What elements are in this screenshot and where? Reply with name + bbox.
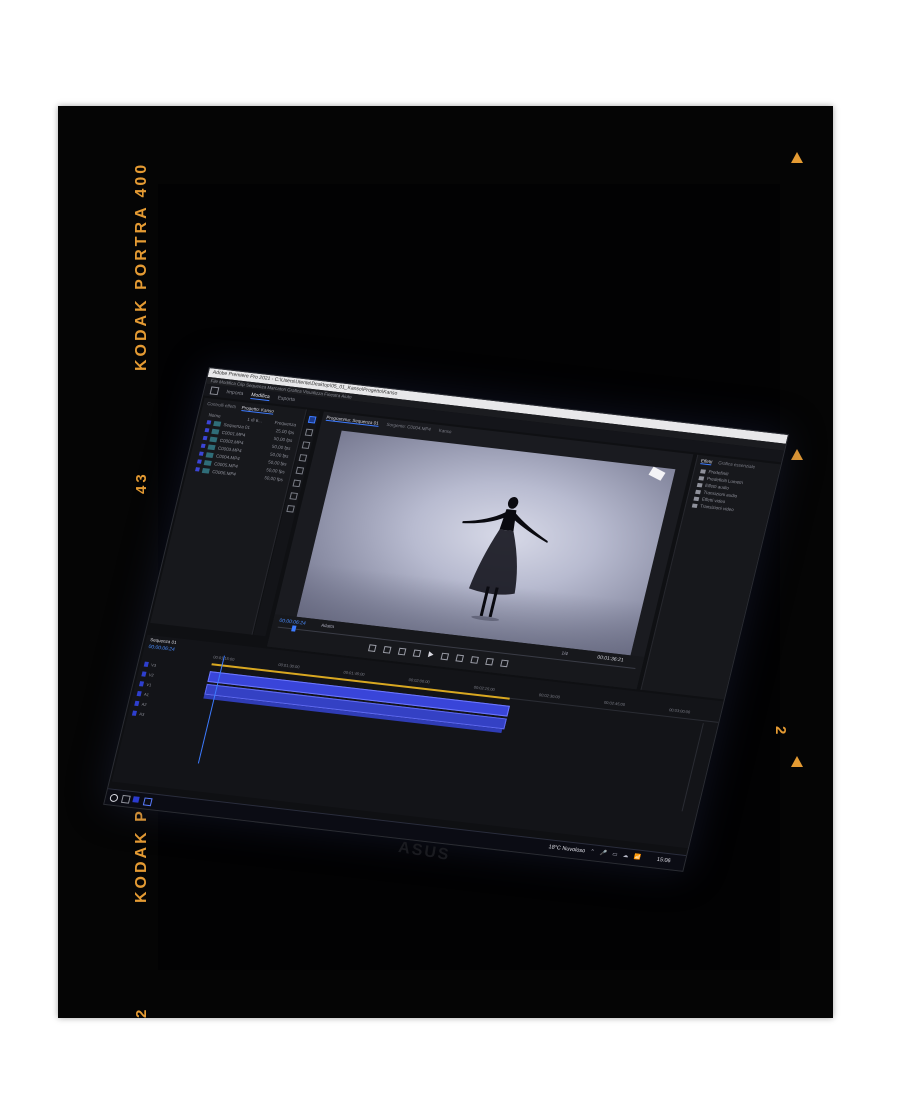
clip-icon — [207, 443, 216, 450]
folder-icon — [698, 475, 705, 481]
folder-icon — [695, 489, 702, 494]
folder-icon — [700, 468, 707, 474]
label-color-chip — [195, 467, 200, 472]
file-explorer-icon[interactable] — [120, 794, 131, 804]
track-label: V2 — [148, 671, 155, 678]
go-to-in-icon[interactable] — [397, 647, 407, 656]
premiere-pro-icon[interactable] — [132, 796, 140, 803]
mark-out-icon[interactable] — [382, 646, 392, 654]
type-tool-icon[interactable] — [285, 504, 295, 513]
ruler-tick-label: 00:02:30:00 — [538, 692, 561, 700]
export-frame-icon[interactable] — [500, 659, 509, 668]
tab-source-monitor[interactable]: Sorgente: C0004.MP4 — [386, 422, 431, 433]
folder-icon — [696, 482, 703, 487]
track-label: V1 — [146, 681, 153, 687]
folder-icon — [691, 503, 698, 508]
taskbar-clock[interactable]: 15:06 — [656, 857, 671, 864]
film-edge-right-number: 2 — [772, 726, 789, 735]
track-label: V3 — [150, 661, 157, 668]
weather-widget[interactable]: 18°C Nuvoloso — [548, 844, 586, 854]
row-count: 1 di 6... — [246, 416, 263, 423]
step-back-icon[interactable] — [412, 649, 422, 658]
playhead-handle[interactable] — [291, 625, 297, 632]
ruler-tick-label: 00:03:00:00 — [668, 707, 691, 715]
clip-icon — [211, 428, 220, 435]
slip-tool-icon[interactable] — [295, 466, 304, 475]
film-marker-triangle-icon — [791, 152, 803, 163]
program-monitor: Programma: Sequenza 01 Sorgente: C0004.M… — [266, 411, 694, 690]
sequence-icon — [213, 420, 222, 427]
tab-import[interactable]: Importa — [226, 389, 244, 397]
bin-item-name: C0006.MP4 — [211, 468, 237, 477]
track-label: A1 — [143, 691, 150, 697]
video-preview[interactable] — [296, 430, 676, 656]
playback-resolution-select[interactable]: 1/4 — [561, 650, 568, 656]
label-color-chip — [196, 459, 202, 464]
zoom-fit-select[interactable]: Adatta — [321, 623, 335, 629]
clip-icon — [209, 436, 218, 442]
clip-icon — [201, 467, 211, 474]
track-target-icon[interactable] — [143, 661, 149, 667]
effect-folder-label: Transizioni video — [699, 503, 735, 513]
clip-icon — [203, 459, 212, 466]
film-marker-triangle-icon — [791, 449, 803, 460]
label-color-chip — [200, 443, 206, 449]
tab-edit[interactable]: Modifica — [250, 391, 271, 401]
track-target-icon[interactable] — [139, 680, 145, 687]
tab-project[interactable]: Progetto: Kanso — [240, 405, 275, 415]
browser-icon[interactable] — [142, 797, 153, 807]
film-edge-brand-top: KODAK PORTRA 400 — [133, 161, 150, 371]
razor-tool-icon[interactable] — [298, 454, 307, 462]
ripple-edit-tool-icon[interactable] — [301, 441, 310, 449]
track-label: A2 — [141, 701, 148, 707]
track-target-icon[interactable] — [141, 670, 147, 677]
sequence-duration: 00:01:36:21 — [596, 654, 625, 664]
pen-tool-icon[interactable] — [291, 479, 301, 488]
film-edge-bottom-number: 2 — [133, 1006, 150, 1018]
clip-icon — [205, 451, 214, 458]
start-icon[interactable] — [109, 793, 119, 803]
ruler-tick-label: 00:02:45:00 — [603, 699, 626, 708]
bin-item-rate: 50,00 fps — [263, 474, 284, 482]
film-marker-triangle-icon — [791, 756, 803, 767]
label-color-chip — [202, 435, 208, 441]
lift-icon[interactable] — [470, 656, 479, 664]
play-icon[interactable] — [427, 651, 435, 658]
film-edge-frame-number: 43 — [133, 471, 150, 494]
label-color-chip — [198, 451, 204, 456]
hand-tool-icon[interactable] — [288, 492, 298, 500]
tab-effects[interactable]: Effetti — [700, 458, 713, 466]
laptop-screen: Adobe Premiere Pro 2021 - C:\Users\Utent… — [103, 367, 790, 872]
track-label: A3 — [138, 710, 145, 717]
tab-sequence-name[interactable]: Kanso — [438, 428, 452, 435]
track-target-icon[interactable] — [136, 690, 142, 696]
step-forward-icon[interactable] — [440, 652, 450, 661]
label-color-chip — [206, 420, 212, 425]
go-to-out-icon[interactable] — [455, 654, 465, 663]
studio-light — [648, 466, 666, 481]
extract-icon[interactable] — [485, 657, 494, 666]
tab-effect-controls[interactable]: Controlli effetti — [206, 401, 237, 410]
track-target-icon[interactable] — [131, 710, 138, 716]
system-tray[interactable]: ⌃ 🎤 ▭ ☁ 📶 — [589, 849, 643, 861]
track-target-icon[interactable] — [134, 700, 140, 706]
folder-icon — [693, 496, 700, 501]
tab-export[interactable]: Esporta — [277, 395, 296, 403]
selection-tool-icon[interactable] — [307, 415, 316, 424]
label-color-chip — [204, 427, 210, 433]
tab-program-monitor[interactable]: Programma: Sequenza 01 — [325, 414, 380, 427]
track-headers: V3 V2 V1 A1 A2 A3 — [127, 658, 209, 725]
home-icon[interactable] — [209, 386, 220, 396]
mark-in-icon[interactable] — [367, 644, 377, 652]
track-select-tool-icon[interactable] — [304, 428, 313, 437]
